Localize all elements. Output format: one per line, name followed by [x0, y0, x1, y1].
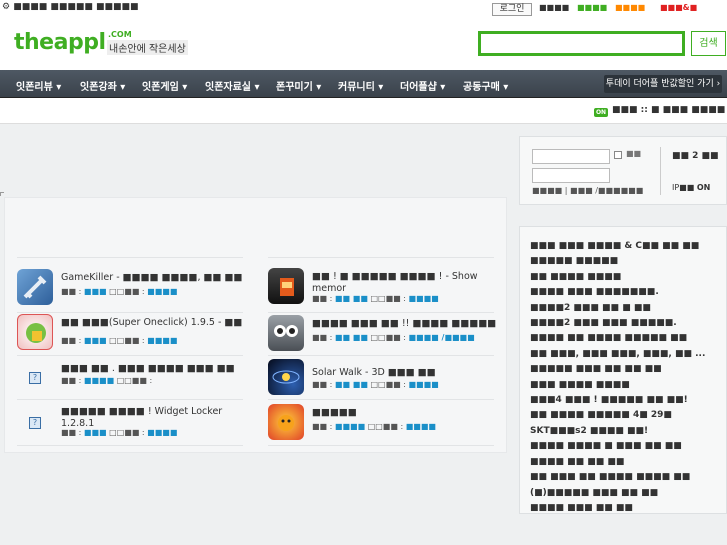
news-line[interactable]: ■■■ ■■■■ ■■■■ [530, 378, 720, 393]
app-item[interactable]: ■■■■■ ■■ : ■■■■ □□■■ : ■■■■ [268, 404, 494, 444]
login-button[interactable]: 로그인 [492, 3, 532, 16]
logo-subtitle: 내손안에 작은세상 [107, 40, 188, 55]
app-item[interactable]: ? ■■■■■ ■■■■ ! Widget Locker 1.2.8.1 ■■ … [17, 403, 243, 443]
logo-com: .COM [108, 30, 132, 39]
app-title[interactable]: ■■■■■ [312, 407, 497, 419]
site-logo[interactable]: theappl [14, 30, 106, 55]
app-meta: ■■ : ■■■■ □□■■ : ■■■■ [312, 422, 436, 431]
news-line[interactable]: ■■■4 ■■■ ! ■■■■■ ■■ ■■! [530, 393, 720, 408]
nav-item-shop[interactable]: 더어플샵 ▾ [400, 78, 445, 93]
app-title[interactable]: ■■■ ■■ . ■■■ ■■■■ ■■■ ■■ [61, 363, 246, 375]
color-swatch-green[interactable]: ■■■■ [577, 4, 607, 12]
promo-button[interactable]: 투데이 더어플 반값할인 가기 › [604, 75, 722, 93]
nav-item-review[interactable]: 잇폰리뷰 ▾ [16, 78, 61, 93]
app-meta: ■■ : ■■■ □□■■ : ■■■■ [61, 287, 178, 296]
separator [268, 257, 494, 258]
nav-item-downloads[interactable]: 잇폰자료실 ▾ [205, 78, 260, 93]
news-line[interactable]: ■■■■■ ■■■ ■■ ■■ ■■ [530, 362, 720, 377]
on-badge: ON [594, 108, 608, 117]
app-meta: ■■ : ■■■ □□■■ : ■■■■ [61, 428, 178, 437]
separator [268, 312, 494, 313]
search-button[interactable]: 검색 [691, 31, 726, 56]
news-line[interactable]: ■■ ■■■■ ■■■■ [530, 270, 720, 285]
color-swatch-dark[interactable]: ■■■■ [539, 4, 569, 12]
nav-item-lecture[interactable]: 잇폰강좌 ▾ [80, 78, 125, 93]
separator [17, 445, 243, 446]
header: theappl .COM 내손안에 작은세상 검색 [0, 18, 727, 70]
top-bar: ⚙ ■■■■ ■■■■■ ■■■■■ 로그인 ■■■■ ■■■■ ■■■■ ■■… [0, 0, 727, 18]
nav-item-community[interactable]: 커뮤니티 ▾ [338, 78, 383, 93]
news-box: ■■■ ■■■ ■■■■ & C■■ ■■ ■■ ■■■■■ ■■■■■ ■■ ■■… [519, 226, 727, 514]
separator [268, 355, 494, 356]
news-line[interactable]: ■■■■ ■■■ ■■ ■■ [530, 501, 720, 516]
news-line[interactable]: ■■■■ ■■■ ■■■■■■■. [530, 285, 720, 300]
placeholder-icon: ? [29, 417, 41, 429]
separator [268, 445, 494, 446]
app-item[interactable]: ■■ ! ■ ■■■■■ ■■■■ ! - Show memor ■■ : ■■… [268, 268, 494, 308]
news-line[interactable]: ■■■■2 ■■■ ■■■ ■■■■■. [530, 316, 720, 331]
nav-item-decorate[interactable]: 폰꾸미기 ▾ [276, 78, 321, 93]
news-line[interactable]: ■■■■■ ■■■■■ [530, 254, 720, 269]
app-title[interactable]: Solar Walk - 3D ■■■ ■■ [312, 367, 497, 379]
news-line[interactable]: ■■■■2 ■■■ ■■ ■ ■■ [530, 301, 720, 316]
status-strip: ON ■■■ :: ■ ■■■ ■■■■ [0, 98, 727, 124]
color-swatch-red[interactable]: ■■■&■ [660, 4, 697, 12]
news-line[interactable]: ■■■■ ■■■■ ■ ■■■ ■■ ■■ [530, 439, 720, 454]
app-title[interactable]: GameKiller - ■■■■ ■■■■, ■■ ■■ [61, 272, 246, 284]
separator [17, 257, 243, 258]
news-text[interactable]: ■■■ ■■■ ■■■■ & C■■ ■■ ■■ ■■■■■ ■■■■■ ■■ ■■… [530, 239, 720, 516]
top-tagline: ⚙ ■■■■ ■■■■■ ■■■■■ [2, 2, 139, 12]
ticker-text[interactable]: ■■■ :: ■ ■■■ ■■■■ [612, 105, 725, 115]
account-links[interactable]: ■■■■ | ■■■ /■■■■■■ [532, 186, 643, 195]
color-swatch-orange[interactable]: ■■■■ [615, 4, 645, 12]
app-item[interactable]: GameKiller - ■■■■ ■■■■, ■■ ■■ ■■ : ■■■ □… [17, 269, 243, 309]
password-input[interactable] [532, 168, 610, 183]
app-meta: ■■ : ■■ ■■ □□■■ : ■■■■ [312, 294, 439, 303]
visitor-count: ■■ 2 ■■ [672, 151, 719, 161]
corner-marker [0, 192, 4, 196]
drink-icon [268, 268, 304, 304]
separator [17, 399, 243, 400]
owl-icon [268, 315, 304, 351]
app-item[interactable]: ■■■■ ■■■ ■■ !! ■■■■ ■■■■■ ■■ : ■■ ■■ □□■… [268, 315, 497, 355]
app-item[interactable]: ■■ ■■■(Super Oneclick) 1.9.5 - ■■ ■ ■■ :… [17, 314, 246, 354]
app-title[interactable]: ■■■■ ■■■ ■■ !! ■■■■ ■■■■■ [312, 318, 497, 330]
news-line[interactable]: ■■■ ■■■ ■■■■ & C■■ ■■ ■■ [530, 239, 720, 254]
ip-security[interactable]: IP■■ ON [672, 183, 710, 192]
app-item[interactable]: ? ■■■ ■■ . ■■■ ■■■■ ■■■ ■■ ■■ : ■■■■ □□■… [17, 360, 243, 400]
android-icon [17, 314, 53, 350]
app-list-panel: GameKiller - ■■■■ ■■■■, ■■ ■■ ■■ : ■■■ □… [4, 197, 507, 453]
app-title[interactable]: ■■ ■■■(Super Oneclick) 1.9.5 - ■■ ■ [61, 317, 246, 329]
login-box: ■■ ■■■■ | ■■■ /■■■■■■ ■■ 2 ■■ IP■■ ON [519, 136, 727, 205]
news-line[interactable]: ■■ ■■■■ ■■■■■ 4■ 29■ [530, 408, 720, 423]
news-line[interactable]: ■■■■ ■■ ■■ ■■ [530, 455, 720, 470]
placeholder-icon: ? [29, 372, 41, 384]
app-meta: ■■ : ■■■ □□■■ : ■■■■ [61, 336, 178, 345]
nav-item-group-buy[interactable]: 공동구매 ▾ [463, 78, 508, 93]
app-item[interactable]: Solar Walk - 3D ■■■ ■■ ■■ : ■■ ■■ □□■■ :… [268, 359, 494, 399]
divider [660, 147, 661, 195]
news-line[interactable]: ■■ ■■■ ■■ ■■■■ ■■■■ ■■ [530, 470, 720, 485]
app-meta: ■■ : ■■ ■■ □□■■ : ■■■■ [312, 380, 439, 389]
nav-item-games[interactable]: 잇폰게임 ▾ [142, 78, 187, 93]
solar-icon [268, 359, 304, 395]
app-meta: ■■ : ■■ ■■ □□■■ : ■■■■ /■■■■ [312, 333, 475, 342]
separator [268, 399, 494, 400]
main-nav: 잇폰리뷰 ▾ 잇폰강좌 ▾ 잇폰게임 ▾ 잇폰자료실 ▾ 폰꾸미기 ▾ 커뮤니티… [0, 70, 727, 98]
app-meta: ■■ : ■■■■ □□■■ : [61, 376, 153, 385]
lion-icon [268, 404, 304, 440]
news-line[interactable]: (■)■■■■■ ■■■ ■■ ■■ [530, 486, 720, 501]
syringe-icon [17, 269, 53, 305]
news-line[interactable]: ■■■■ ■■ ■■■■ ■■■■■ ■■ [530, 331, 720, 346]
remember-checkbox[interactable] [614, 151, 622, 159]
news-line[interactable]: SKT■■■s2 ■■■■ ■■! [530, 424, 720, 439]
username-input[interactable] [532, 149, 610, 164]
separator [17, 355, 243, 356]
search-input[interactable] [478, 31, 685, 56]
remember-label: ■■ [626, 149, 642, 158]
news-line[interactable]: ■■ ■■■, ■■■ ■■■, ■■■, ■■ ... [530, 347, 720, 362]
separator [17, 312, 243, 313]
